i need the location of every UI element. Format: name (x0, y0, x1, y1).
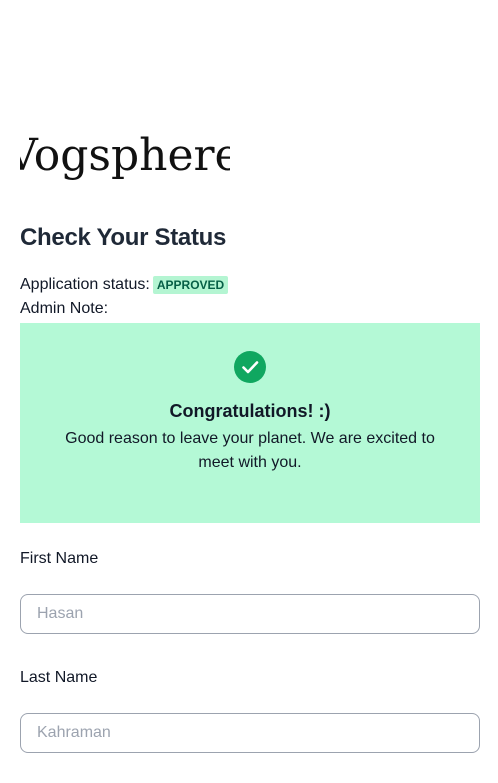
application-status: Application status: APPROVED (20, 276, 229, 294)
status-page: Vogsphere Check Your Status Application … (0, 0, 498, 783)
status-badge: APPROVED (152, 276, 229, 294)
logo: Vogsphere (20, 128, 230, 190)
admin-note-label: Admin Note: (20, 300, 109, 317)
first-name-field[interactable] (20, 594, 480, 634)
logo-text: Vogsphere (20, 130, 230, 181)
note-message: Good reason to leave your planet. We are… (65, 430, 435, 471)
last-name-label: Last Name (20, 669, 98, 686)
check-circle-icon (234, 351, 266, 383)
status-label: Application status: (20, 276, 150, 293)
admin-note-box: Congratulations! :) Good reason to leave… (20, 323, 480, 523)
last-name-field[interactable] (20, 713, 480, 753)
first-name-label: First Name (20, 550, 99, 567)
page-title: Check Your Status (20, 224, 227, 251)
note-title: Congratulations! :) (169, 401, 331, 421)
